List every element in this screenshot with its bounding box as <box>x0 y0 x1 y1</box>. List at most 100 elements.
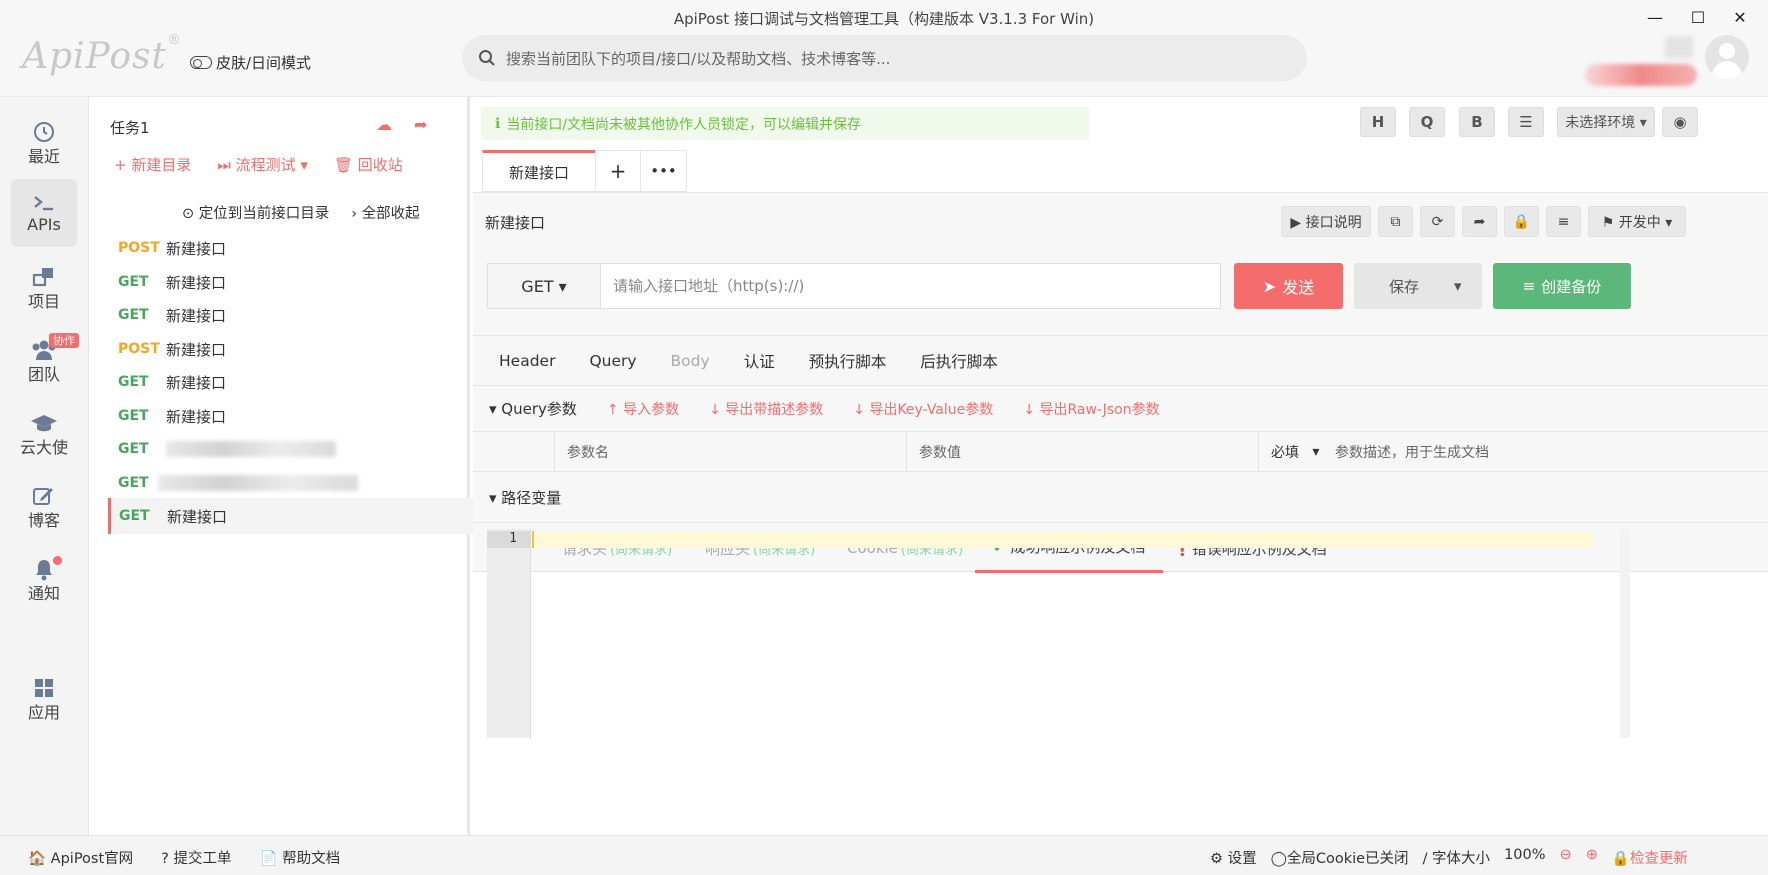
tab-auth[interactable]: 认证 <box>744 350 775 372</box>
query-section: ▾ Query参数 ↑ 导入参数 ↓ 导出带描述参数 ↓ 导出Key-Value… <box>473 385 1768 431</box>
recycle-button[interactable]: 🗑 回收站 <box>334 154 403 175</box>
lock-icon[interactable]: 🔒 <box>1504 206 1539 237</box>
nav-ambassador[interactable]: 云大使 <box>11 398 77 466</box>
api-item[interactable]: GET ••• <box>110 431 528 467</box>
flow-test-button[interactable]: ⏭ 流程测试 ▾ <box>217 154 308 175</box>
locate-button[interactable]: ⊙ 定位到当前接口目录 <box>182 202 329 223</box>
doc-button[interactable]: ▶ 接口说明 <box>1281 206 1371 237</box>
method-select[interactable]: GET ▾ <box>487 263 601 309</box>
api-item[interactable]: GET 新建接口 ••• <box>110 297 528 333</box>
tab-query[interactable]: Query <box>589 352 636 370</box>
editor-scrollbar[interactable] <box>1620 529 1630 738</box>
heading-button[interactable]: H <box>1360 107 1396 137</box>
refresh-icon[interactable]: ⟳ <box>1420 206 1455 237</box>
redacted-username <box>1585 64 1697 86</box>
copy-icon[interactable]: ⧉ <box>1378 206 1413 237</box>
api-tree-panel: 任务1 ☁ ➦ + 新建目录 ⏭ 流程测试 ▾ 🗑 回收站 ⊙ 定位到当前接口目… <box>90 97 526 835</box>
chevron-down-icon[interactable]: ▾ <box>1454 277 1462 295</box>
nav-project[interactable]: 项目 <box>11 252 77 320</box>
site-link[interactable]: 🏠 ApiPost官网 <box>28 847 133 868</box>
cookie-toggle[interactable]: ◯全局Cookie已关闭 <box>1271 847 1409 868</box>
database-icon: ≡ <box>1522 277 1536 295</box>
api-item[interactable]: GET 新建接口 ••• <box>110 264 528 300</box>
param-value-field[interactable]: 参数值 <box>906 432 1258 472</box>
save-button[interactable]: 保存 ▾ <box>1354 263 1482 309</box>
backup-button[interactable]: ≡ 创建备份 <box>1493 263 1631 309</box>
skin-toggle[interactable]: 皮肤/日间模式 <box>190 52 311 73</box>
sliders-icon[interactable]: ☰ <box>1508 107 1544 137</box>
tab-new-api[interactable]: 新建接口 <box>482 150 596 192</box>
tab-more-button[interactable]: ••• <box>640 150 687 192</box>
apps-grid-icon <box>11 663 77 697</box>
api-item[interactable]: GET ••• <box>110 465 528 501</box>
database-icon[interactable]: ≡ <box>1546 206 1581 237</box>
import-params-button[interactable]: ↑ 导入参数 <box>607 399 679 419</box>
path-vars-title[interactable]: ▾ 路径变量 <box>473 472 1768 522</box>
nav-apis[interactable]: APIs <box>11 179 77 247</box>
collapse-all-button[interactable]: › 全部收起 <box>351 202 419 223</box>
quote-button[interactable]: Q <box>1409 107 1445 137</box>
search-icon <box>479 50 495 66</box>
ticket-link[interactable]: ? 提交工单 <box>161 847 231 868</box>
send-button[interactable]: ➤ 发送 <box>1234 263 1343 309</box>
maximize-button[interactable]: ☐ <box>1683 6 1713 30</box>
team-badge: 协作 <box>49 333 79 348</box>
api-item[interactable]: GET 新建接口 ••• <box>110 398 528 434</box>
edit-icon <box>11 471 77 505</box>
settings-button[interactable]: ⚙ 设置 <box>1210 847 1257 868</box>
zoom-in-icon[interactable]: ⊕ <box>1586 847 1598 868</box>
eye-icon[interactable]: ◉ <box>1662 107 1698 137</box>
url-input[interactable] <box>600 263 1221 309</box>
close-button[interactable]: ✕ <box>1725 6 1755 30</box>
global-search[interactable]: 搜索当前团队下的项目/接口/以及帮助文档、技术博客等... <box>462 35 1307 81</box>
line-number: 1 <box>487 531 531 548</box>
api-item-selected[interactable]: GET 新建接口 ••• <box>108 498 526 534</box>
avatar[interactable] <box>1705 35 1749 79</box>
main-panel: ℹ 当前接口/文档尚未被其他协作人员锁定，可以编辑并保存 H Q B ☰ 未选择… <box>473 97 1768 835</box>
check-update-button[interactable]: 🔒检查更新 <box>1612 847 1688 868</box>
app-logo: ApiPost® <box>22 32 182 77</box>
status-select[interactable]: ⚑ 开发中 ▾ <box>1588 206 1686 237</box>
help-link[interactable]: 📄 帮助文档 <box>259 847 340 868</box>
param-name-field[interactable]: 参数名 <box>554 432 906 472</box>
task-title: 任务1 <box>110 119 150 137</box>
nav-notify[interactable]: 通知 <box>11 544 77 612</box>
title-bar: ApiPost 接口调试与文档管理工具（构建版本 V3.1.3 For Win)… <box>0 0 1768 97</box>
tab-pre-script[interactable]: 预执行脚本 <box>809 350 887 372</box>
api-item[interactable]: POST 新建接口 ••• <box>110 331 528 367</box>
search-placeholder: 搜索当前团队下的项目/接口/以及帮助文档、技术博客等... <box>506 49 891 68</box>
minimize-button[interactable]: — <box>1640 6 1670 30</box>
query-title[interactable]: ▾ Query参数 <box>489 398 577 419</box>
add-tab-button[interactable]: + <box>595 150 641 192</box>
code-editor[interactable]: 1 <box>487 529 1627 738</box>
nav-team[interactable]: 协作 团队 <box>11 325 79 393</box>
param-table-header: 参数名 参数值 必填 ▾ 参数描述，用于生成文档 <box>473 431 1768 472</box>
zoom-out-icon[interactable]: ⊖ <box>1560 847 1572 868</box>
nav-blog[interactable]: 博客 <box>11 471 77 539</box>
cloud-download-icon[interactable]: ☁ <box>376 115 392 134</box>
nav-apps[interactable]: 应用 <box>11 663 77 731</box>
notify-dot <box>53 556 62 565</box>
required-select[interactable]: 必填 ▾ <box>1258 432 1323 472</box>
font-size-label: / 字体大小 <box>1422 851 1491 867</box>
api-item[interactable]: POST 新建接口 ••• <box>110 230 528 266</box>
new-dir-button[interactable]: + 新建目录 <box>114 154 191 175</box>
env-select[interactable]: 未选择环境 ▾ <box>1557 107 1655 137</box>
tab-post-script[interactable]: 后执行脚本 <box>920 350 998 372</box>
tree-actions: ⊙ 定位到当前接口目录 › 全部收起 <box>182 202 420 223</box>
forward-icon[interactable]: ➦ <box>1462 206 1497 237</box>
tab-header[interactable]: Header <box>499 352 555 370</box>
nav-recent[interactable]: 最近 <box>11 107 77 175</box>
bold-button[interactable]: B <box>1459 107 1495 137</box>
param-desc-field[interactable]: 参数描述，用于生成文档 <box>1323 432 1763 472</box>
share-icon[interactable]: ➦ <box>414 115 427 134</box>
api-title: 新建接口 <box>485 214 546 232</box>
send-icon: ➤ <box>1262 276 1277 296</box>
export-desc-button[interactable]: ↓ 导出带描述参数 <box>709 399 823 419</box>
api-item[interactable]: GET 新建接口 ••• <box>110 364 528 400</box>
window-title: ApiPost 接口调试与文档管理工具（构建版本 V3.1.3 For Win) <box>673 10 1095 28</box>
tab-body[interactable]: Body <box>671 352 710 370</box>
export-kv-button[interactable]: ↓ 导出Key-Value参数 <box>853 399 993 419</box>
zoom-level[interactable]: 100% <box>1504 847 1545 868</box>
export-raw-button[interactable]: ↓ 导出Raw-Json参数 <box>1023 399 1159 419</box>
